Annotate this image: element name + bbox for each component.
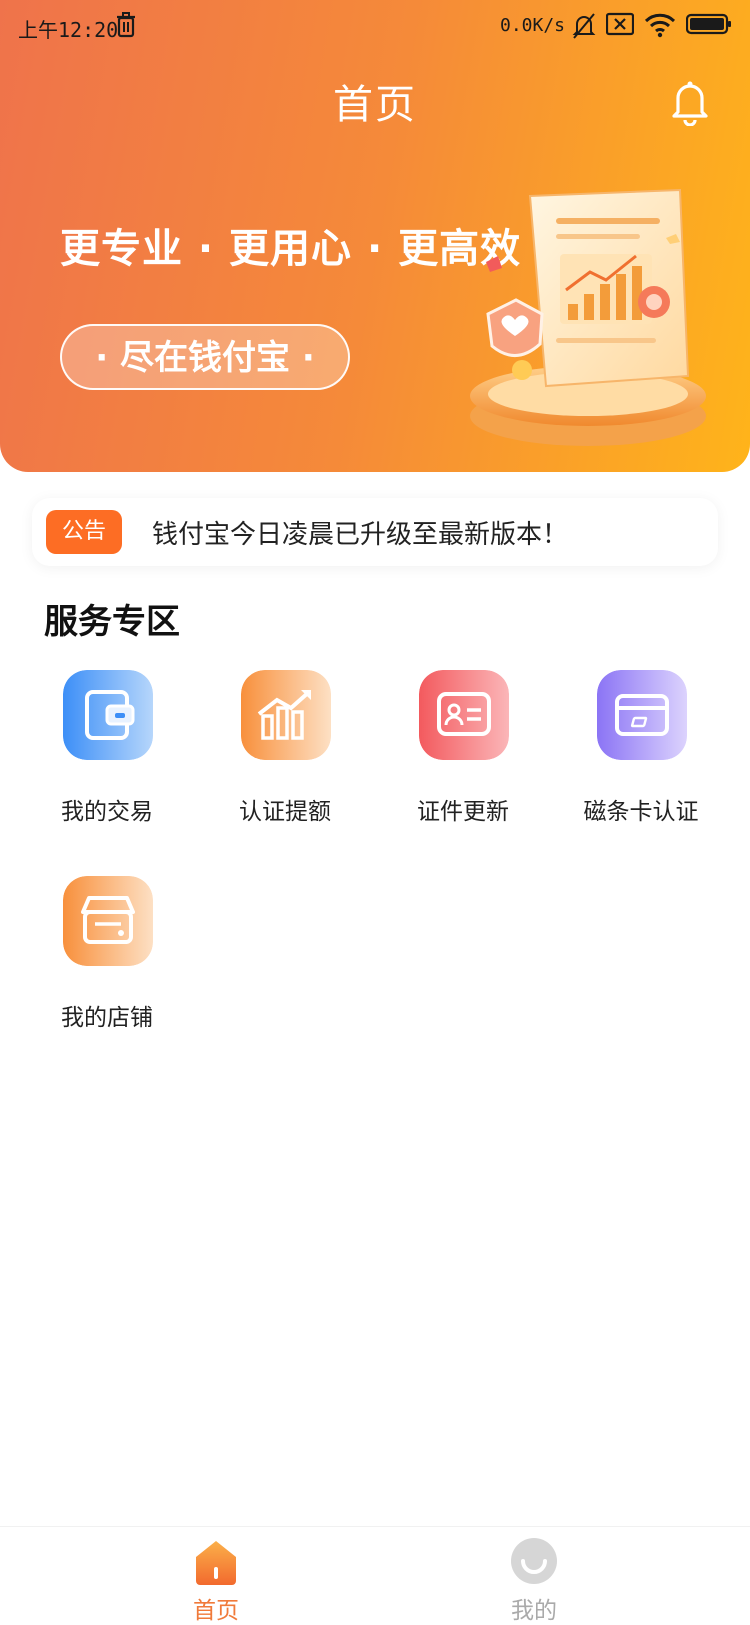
tab-home-label: 首页: [193, 1598, 239, 1624]
chart-up-icon: [241, 670, 331, 760]
banner-illustration: [470, 188, 706, 446]
mute-bell-icon: [572, 13, 596, 39]
notice-tag: 公告: [46, 510, 122, 554]
no-sim-icon: [606, 12, 634, 36]
page-title: 首页: [333, 82, 417, 128]
network-speed: 0.0K/s: [500, 15, 566, 36]
service-label: 我的店铺: [61, 1005, 153, 1031]
card-icon: [597, 670, 687, 760]
tab-mine-label: 我的: [511, 1598, 557, 1624]
service-magstripe-card[interactable]: 磁条卡认证: [552, 670, 730, 850]
status-bar: 上午12:20 0.0K/s: [0, 0, 750, 52]
id-card-icon: [419, 670, 509, 760]
service-my-transactions[interactable]: 我的交易: [18, 670, 196, 850]
service-label: 证件更新: [417, 799, 509, 825]
service-my-store[interactable]: 我的店铺: [18, 876, 196, 1056]
notice-text: 钱付宝今日凌晨已升级至最新版本！: [152, 520, 569, 550]
store-icon: [63, 876, 153, 966]
section-title: 服务专区: [44, 602, 180, 642]
service-certify-limit[interactable]: 认证提额: [196, 670, 374, 850]
trash-icon: [117, 12, 135, 38]
notification-bell-icon[interactable]: [670, 78, 710, 126]
banner-slogan: 更专业 · 更用心 · 更高效: [60, 226, 522, 272]
notice-bar[interactable]: 公告 钱付宝今日凌晨已升级至最新版本！: [32, 498, 718, 566]
wallet-icon: [63, 670, 153, 760]
tab-mine[interactable]: 我的: [434, 1527, 634, 1625]
service-label: 磁条卡认证: [583, 799, 699, 825]
service-id-update[interactable]: 证件更新: [374, 670, 552, 850]
banner-pill[interactable]: · 尽在钱付宝 ·: [60, 324, 350, 390]
battery-icon: [686, 13, 731, 35]
wifi-icon: [644, 13, 676, 38]
service-label: 认证提额: [239, 799, 331, 825]
hero-banner: 上午12:20 0.0K/s 首页 更专业 · 更用心 · 更高效 · 尽在钱付…: [0, 0, 750, 472]
bottom-tab-bar: 首页 我的: [0, 1526, 750, 1625]
home-icon: [196, 1541, 236, 1585]
profile-icon: [511, 1538, 557, 1584]
service-label: 我的交易: [61, 799, 153, 825]
status-time: 上午12:20: [18, 18, 119, 42]
tab-home[interactable]: 首页: [116, 1527, 316, 1625]
